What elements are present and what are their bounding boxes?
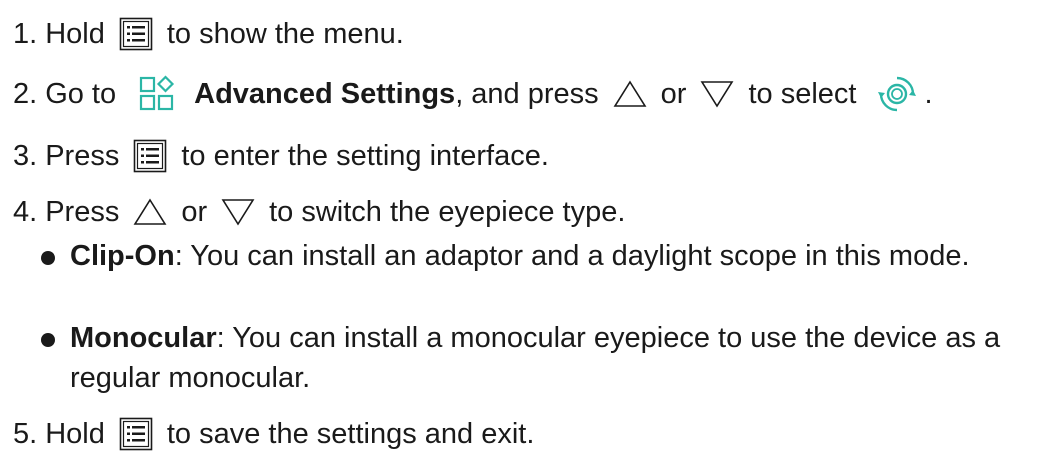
step-5: 5. Hold to save the settings and exit. xyxy=(13,412,534,456)
bullet-clip-on: Clip-On: You can install an adaptor and … xyxy=(41,236,1031,276)
menu-icon xyxy=(133,139,167,173)
step-text: Hold xyxy=(45,418,105,450)
step-text: to enter the setting interface. xyxy=(181,140,549,172)
step-text: to save the settings and exit. xyxy=(166,418,535,450)
step-text: Hold xyxy=(45,18,105,50)
menu-icon xyxy=(119,417,153,451)
step-text: to switch the eyepiece type. xyxy=(269,196,626,228)
step-text: or xyxy=(660,78,687,110)
step-text: to select xyxy=(748,78,857,110)
step-4: 4. Press or to switch the eyepiece type. xyxy=(13,190,625,234)
bullet-term: Clip-On xyxy=(70,240,175,272)
step-number: 5. xyxy=(13,418,38,450)
step-number: 3. xyxy=(13,140,38,172)
down-triangle-icon xyxy=(221,197,255,227)
advanced-settings-icon xyxy=(138,75,176,113)
step-number: 4. xyxy=(13,196,38,228)
up-triangle-icon xyxy=(133,197,167,227)
instruction-page: 1. Hold to show the menu. 2. Go to Advan… xyxy=(0,0,1042,464)
bullet-text: Clip-On: You can install an adaptor and … xyxy=(70,236,1031,276)
step-number: 2. xyxy=(13,78,38,110)
step-2: 2. Go to Advanced Settings , and press o… xyxy=(13,72,933,116)
advanced-settings-label: Advanced Settings xyxy=(194,78,456,110)
down-triangle-icon xyxy=(700,79,734,109)
eyepiece-mode-icon xyxy=(878,75,917,113)
step-text: Go to xyxy=(45,78,117,110)
bullet-monocular: Monocular: You can install a monocular e… xyxy=(41,318,1031,398)
bullet-dot xyxy=(41,251,55,265)
step-text: . xyxy=(924,78,933,110)
bullet-text: Monocular: You can install a monocular e… xyxy=(70,318,1031,398)
bullet-dot xyxy=(41,333,55,347)
step-text: to show the menu. xyxy=(166,18,404,50)
step-text: Press xyxy=(45,140,120,172)
step-text: or xyxy=(181,196,208,228)
step-1: 1. Hold to show the menu. xyxy=(13,12,404,56)
step-number: 1. xyxy=(13,18,38,50)
step-text: , and press xyxy=(455,78,599,110)
step-3: 3. Press to enter the setting interface. xyxy=(13,134,549,178)
bullet-description: : You can install an adaptor and a dayli… xyxy=(174,240,970,272)
step-text: Press xyxy=(45,196,120,228)
up-triangle-icon xyxy=(613,79,647,109)
bullet-term: Monocular xyxy=(70,322,217,354)
menu-icon xyxy=(119,17,153,51)
